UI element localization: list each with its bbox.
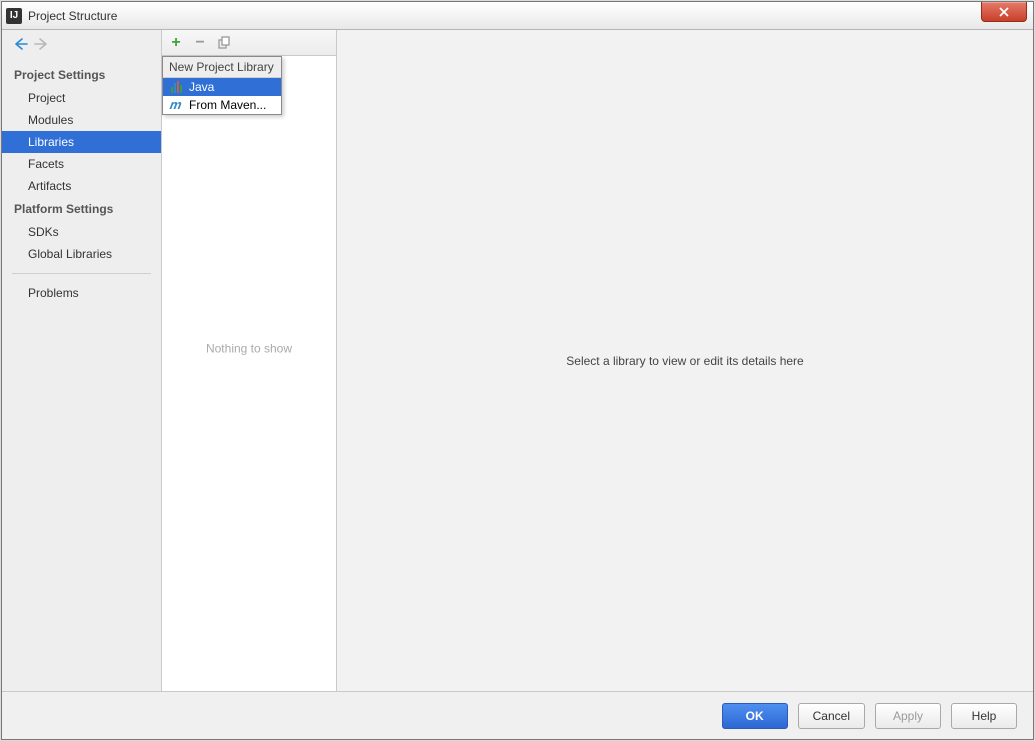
sidebar-item-libraries[interactable]: Libraries [2, 131, 161, 153]
sidebar-item-artifacts[interactable]: Artifacts [2, 175, 161, 197]
ok-button[interactable]: OK [722, 703, 788, 729]
new-library-popup: New Project Library Java m From Maven... [162, 56, 282, 115]
popup-item-java[interactable]: Java [163, 78, 281, 96]
detail-placeholder: Select a library to view or edit its det… [566, 354, 803, 368]
close-icon [997, 7, 1011, 17]
sidebar-item-modules[interactable]: Modules [2, 109, 161, 131]
popup-item-label: Java [189, 80, 214, 94]
copy-library-button[interactable] [216, 35, 232, 51]
add-library-button[interactable]: + [168, 35, 184, 51]
detail-pane: Select a library to view or edit its det… [337, 30, 1033, 691]
section-platform-settings: Platform Settings [2, 197, 161, 221]
sidebar-item-global-libraries[interactable]: Global Libraries [2, 243, 161, 265]
library-icon [169, 80, 183, 94]
nav-forward-icon[interactable] [34, 38, 48, 53]
sidebar: Project Settings Project Modules Librari… [2, 30, 162, 691]
titlebar: IJ Project Structure [2, 2, 1033, 30]
cancel-button[interactable]: Cancel [798, 703, 865, 729]
maven-icon: m [169, 98, 183, 112]
body: Project Settings Project Modules Librari… [2, 30, 1033, 691]
popup-title: New Project Library [163, 57, 281, 78]
help-button[interactable]: Help [951, 703, 1017, 729]
popup-item-label: From Maven... [189, 98, 266, 112]
window-title: Project Structure [28, 9, 117, 23]
sidebar-item-project[interactable]: Project [2, 87, 161, 109]
nav-back-icon[interactable] [14, 38, 28, 53]
project-structure-window: IJ Project Structure Project Settings Pr… [1, 1, 1034, 740]
library-list-pane: + − Nothing to show New Project Library … [162, 30, 337, 691]
sidebar-item-facets[interactable]: Facets [2, 153, 161, 175]
popup-item-maven[interactable]: m From Maven... [163, 96, 281, 114]
sidebar-item-sdks[interactable]: SDKs [2, 221, 161, 243]
section-project-settings: Project Settings [2, 63, 161, 87]
nav-arrows [2, 34, 161, 63]
dialog-footer: OK Cancel Apply Help [2, 691, 1033, 739]
close-button[interactable] [981, 2, 1027, 22]
app-icon: IJ [6, 8, 22, 24]
sidebar-divider [12, 273, 151, 274]
library-toolbar: + − [162, 30, 336, 56]
remove-library-button[interactable]: − [192, 35, 208, 51]
sidebar-item-problems[interactable]: Problems [2, 282, 161, 304]
empty-message: Nothing to show [162, 341, 336, 355]
apply-button: Apply [875, 703, 941, 729]
